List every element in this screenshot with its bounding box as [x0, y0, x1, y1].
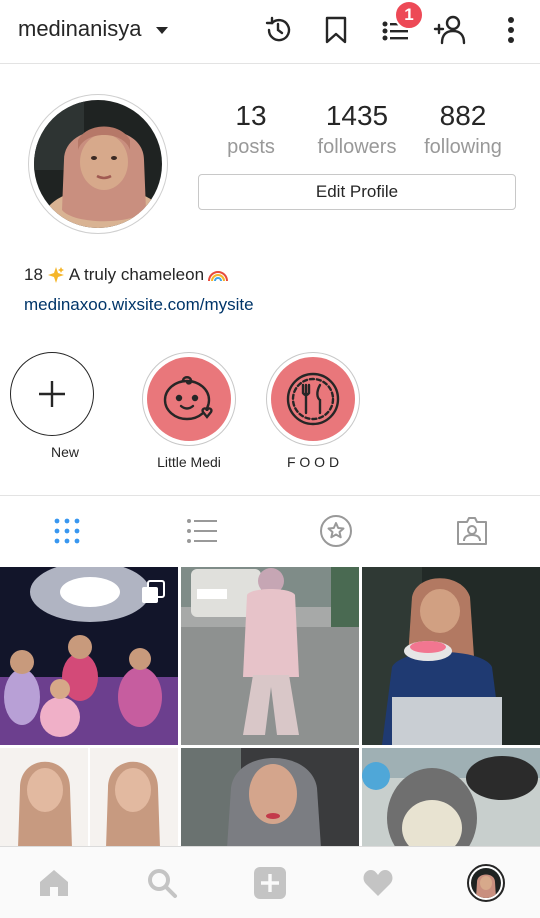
sparkles-icon [47, 267, 64, 283]
grid-icon [54, 518, 80, 544]
grid-post[interactable] [362, 567, 540, 745]
following-count[interactable]: 882 following [416, 100, 510, 162]
add-user-icon [433, 15, 466, 45]
posts-count[interactable]: 13 posts [222, 100, 280, 162]
posts-number: 13 [235, 100, 267, 131]
list-icon [187, 519, 217, 543]
home-icon [40, 870, 68, 896]
highlight-label: F O O D [286, 454, 340, 470]
highlight-label: Little Medi [157, 454, 221, 470]
grid-post[interactable] [0, 567, 178, 745]
tab-tagged[interactable] [455, 514, 489, 548]
nav-profile[interactable] [466, 863, 506, 903]
profile-tabs [0, 495, 540, 567]
new-highlight-circle [10, 352, 94, 436]
tab-saved[interactable] [319, 514, 353, 548]
heart-icon [363, 870, 393, 896]
bio-age: 18 [24, 265, 43, 284]
highlight-label: New [50, 444, 79, 460]
rainbow-icon [208, 271, 229, 282]
followers-count[interactable]: 1435 followers [310, 100, 404, 162]
search-icon [148, 869, 177, 898]
bookmark-icon [325, 16, 347, 44]
chevron-down-icon [155, 26, 168, 34]
followers-label: followers [317, 136, 397, 158]
grid-post[interactable] [181, 567, 359, 745]
profile-avatar[interactable] [28, 94, 168, 234]
star-circle-icon [320, 515, 352, 547]
nav-home[interactable] [36, 865, 72, 901]
history-icon [265, 16, 291, 42]
plate-utensils-icon [286, 372, 340, 426]
highlight-food[interactable]: F O O D [258, 352, 368, 470]
avatar-photo [34, 100, 162, 228]
tab-grid[interactable] [50, 514, 84, 548]
add-post-icon [254, 867, 286, 899]
bottom-navigation [0, 846, 540, 918]
nav-activity[interactable] [360, 865, 396, 901]
followers-number: 1435 [325, 100, 389, 131]
nav-search[interactable] [144, 865, 180, 901]
highlight-little-medi[interactable]: Little Medi [134, 352, 244, 470]
archive-button[interactable] [260, 12, 296, 48]
grid-post[interactable] [362, 748, 540, 848]
more-vertical-icon [508, 17, 514, 43]
profile-avatar-small [467, 864, 505, 902]
account-switcher[interactable]: medinanisya [18, 16, 168, 42]
tab-list[interactable] [185, 514, 219, 548]
bio: 18 A truly chameleon [24, 265, 229, 285]
baby-face-icon [163, 376, 213, 421]
grid-post[interactable] [0, 748, 178, 848]
website-link[interactable]: medinaxoo.wixsite.com/mysite [24, 295, 254, 315]
tagged-person-icon [457, 517, 487, 545]
nav-new-post[interactable] [252, 865, 288, 901]
saved-button[interactable] [318, 12, 354, 48]
highlight-new[interactable]: New [10, 352, 120, 460]
discover-people-button[interactable] [432, 12, 468, 48]
username-label: medinanisya [18, 16, 142, 41]
edit-profile-button[interactable]: Edit Profile [198, 174, 516, 210]
notification-badge: 1 [394, 0, 424, 30]
following-number: 882 [439, 100, 487, 131]
bio-text: A truly chameleon [68, 265, 205, 284]
following-label: following [424, 136, 502, 158]
top-bar: medinanisya 1 [0, 0, 540, 64]
posts-label: posts [227, 136, 275, 158]
plus-icon [39, 381, 65, 407]
grid-post[interactable] [181, 748, 359, 848]
options-menu-button[interactable] [493, 12, 529, 48]
